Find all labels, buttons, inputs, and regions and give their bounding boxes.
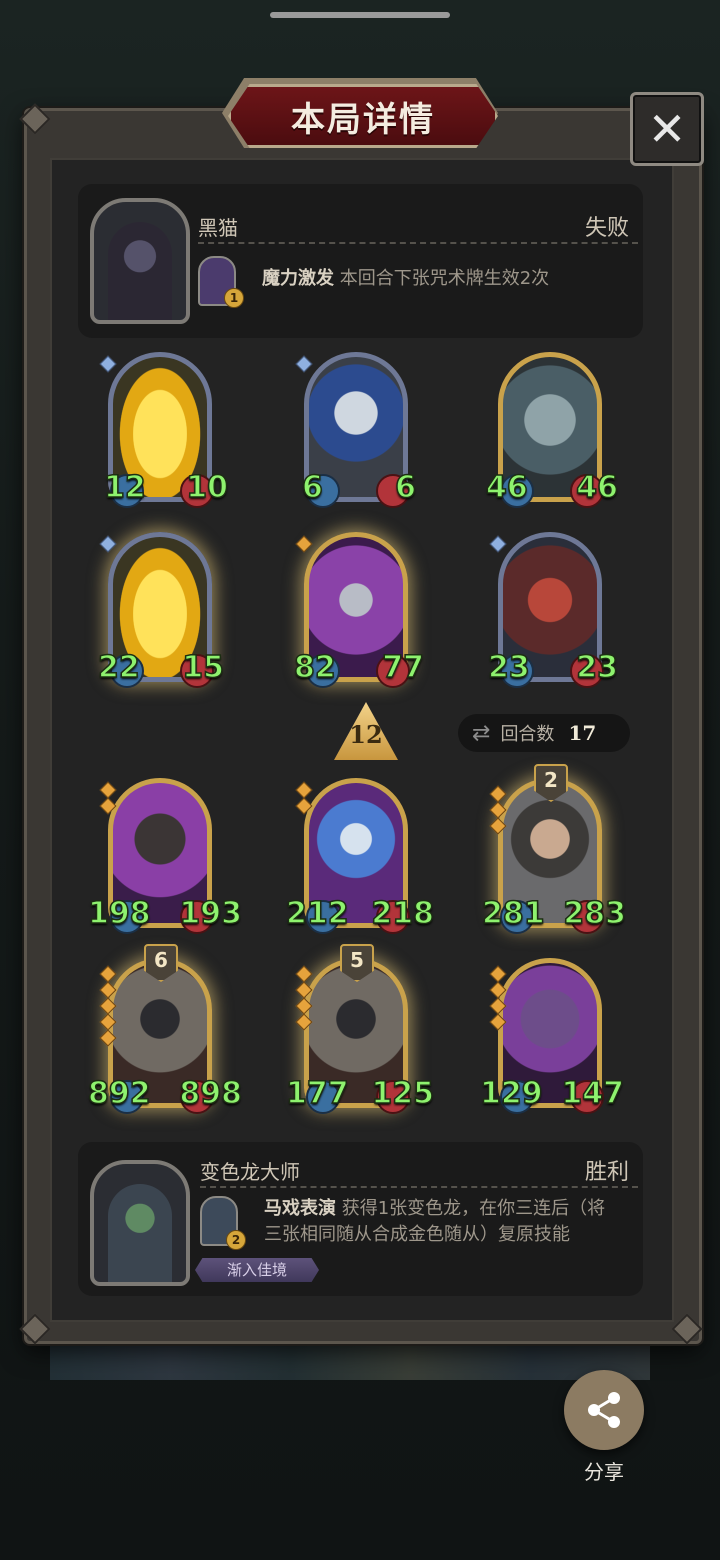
divider — [198, 242, 638, 244]
share-button[interactable] — [564, 1370, 644, 1450]
minion-attack: 82 — [293, 649, 336, 686]
title-plate: 本局详情 — [228, 84, 498, 148]
minion-card[interactable]: 129 147 — [479, 958, 625, 1114]
page-title: 本局详情 — [291, 99, 435, 140]
divider — [200, 1186, 638, 1188]
minion-card[interactable]: 198 193 — [87, 778, 243, 934]
skill-cost-badge: 2 — [226, 1230, 246, 1250]
player-panel: 黑猫 失败 1 魔力激发 本回合下张咒术牌生效2次 — [78, 184, 643, 338]
skill-title: 魔力激发 — [262, 268, 334, 289]
minion-card[interactable]: 12 10 — [99, 352, 229, 508]
opponent-panel: 变色龙大师 胜利 2 马戏表演 获得1张变色龙，在你三连后（将 三张相同随从合成… — [78, 1142, 643, 1296]
minion-health: 77 — [382, 649, 425, 686]
minion-attack: 281 — [481, 895, 545, 932]
minion-attack: 46 — [485, 469, 528, 506]
minion-health: 218 — [371, 895, 435, 932]
minion-card[interactable]: 46 46 — [485, 352, 619, 508]
minion-attack: 892 — [87, 1075, 151, 1112]
minion-health: 10 — [186, 469, 229, 506]
skill-title: 马戏表演 — [264, 1198, 336, 1219]
home-indicator — [270, 12, 450, 18]
minion-attack: 12 — [103, 469, 146, 506]
minion-health: 23 — [576, 649, 619, 686]
minion-health: 15 — [182, 649, 225, 686]
refresh-icon: ⇄ — [472, 720, 491, 746]
minion-health: 6 — [394, 469, 416, 506]
tavern-level-badge: 12 — [334, 702, 398, 760]
turn-count-label: 回合数 — [500, 724, 555, 745]
minion-card[interactable]: 6 892 898 — [87, 944, 243, 1114]
close-button[interactable]: ✕ — [630, 92, 704, 166]
tavern-level: 12 — [349, 720, 383, 749]
skill-cost-badge: 1 — [224, 288, 244, 308]
minion-card[interactable]: 212 218 — [285, 778, 435, 934]
minion-card[interactable]: 23 23 — [487, 532, 619, 688]
minion-attack: 212 — [285, 895, 349, 932]
player-result: 失败 — [584, 216, 629, 241]
opponent-skill-text: 马戏表演 获得1张变色龙，在你三连后（将 三张相同随从合成金色随从）复原技能 — [264, 1196, 636, 1248]
minion-card[interactable]: 22 15 — [97, 532, 225, 688]
minion-health: 898 — [179, 1075, 243, 1112]
share-icon — [588, 1392, 620, 1428]
minion-health: 147 — [561, 1075, 625, 1112]
black-cat-portrait[interactable] — [90, 198, 190, 324]
minion-attack: 198 — [87, 895, 151, 932]
skill-description-line2: 三张相同随从合成金色随从）复原技能 — [264, 1224, 570, 1245]
minion-card[interactable]: 6 6 — [295, 352, 417, 508]
close-icon: ✕ — [647, 102, 687, 156]
minion-attack: 6 — [301, 469, 323, 506]
minion-card[interactable]: 82 77 — [293, 532, 425, 688]
minion-card[interactable]: 5 177 125 — [285, 944, 435, 1114]
minion-attack: 129 — [479, 1075, 543, 1112]
share-label: 分享 — [584, 1460, 624, 1484]
opponent-name: 变色龙大师 — [200, 1160, 300, 1184]
hero-title-tag: 渐入佳境 — [195, 1258, 319, 1282]
player-name: 黑猫 — [198, 216, 238, 240]
background-minion-strip — [50, 1340, 650, 1380]
minion-health: 283 — [563, 895, 627, 932]
turn-count-value: 17 — [568, 721, 597, 745]
skill-description: 本回合下张咒术牌生效2次 — [339, 268, 550, 289]
minion-health: 125 — [371, 1075, 435, 1112]
player-skill-text: 魔力激发 本回合下张咒术牌生效2次 — [262, 266, 549, 292]
skill-description-line1: 获得1张变色龙，在你三连后（将 — [341, 1198, 606, 1219]
minion-attack: 177 — [285, 1075, 349, 1112]
minion-attack: 23 — [487, 649, 530, 686]
opponent-result: 胜利 — [584, 1160, 629, 1185]
chameleon-master-portrait[interactable] — [90, 1160, 190, 1286]
minion-health: 46 — [576, 469, 619, 506]
minion-card[interactable]: 2 281 283 — [481, 764, 627, 934]
minion-health: 193 — [179, 895, 243, 932]
turn-count-pill: ⇄ 回合数 17 — [458, 714, 630, 752]
minion-attack: 22 — [97, 649, 140, 686]
